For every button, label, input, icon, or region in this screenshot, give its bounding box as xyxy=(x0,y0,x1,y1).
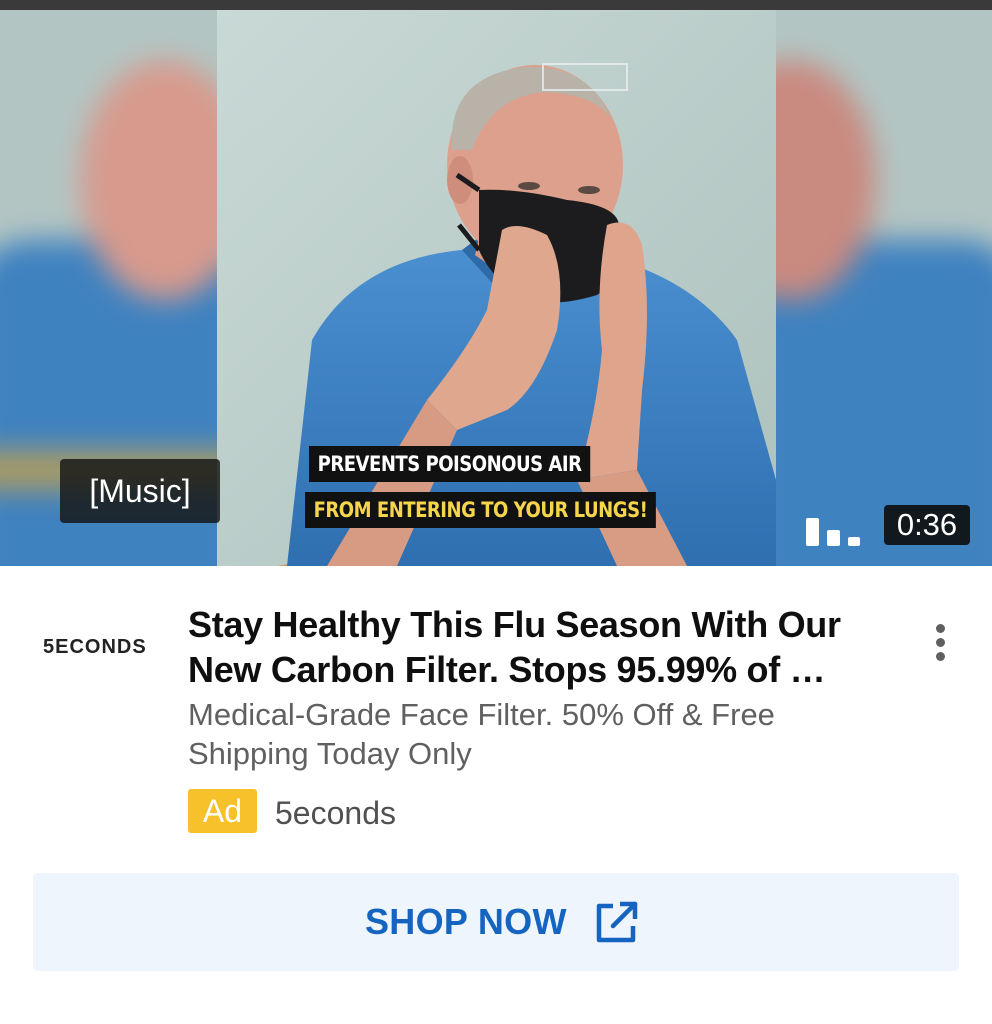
caption-line-1: PREVENTS POISONOUS AIR xyxy=(309,446,591,482)
video-frame xyxy=(217,10,776,566)
shop-now-label: SHOP NOW xyxy=(365,901,567,942)
caption-line-2: FROM ENTERING TO YOUR LUNGS! xyxy=(305,492,656,528)
open-in-new-icon xyxy=(596,901,638,943)
ad-badge: Ad xyxy=(188,789,257,833)
more-vert-icon[interactable] xyxy=(926,622,956,664)
advertiser-name[interactable]: 5econds xyxy=(275,793,396,833)
subtitle-overlay: [Music] xyxy=(60,459,220,523)
ad-description: Medical-Grade Face Filter. 50% Off & Fre… xyxy=(188,697,775,771)
ad-title[interactable]: Stay Healthy This Flu Season With Our Ne… xyxy=(188,602,878,692)
status-bar-strip xyxy=(0,0,992,10)
duration-badge: 0:36 xyxy=(884,505,970,545)
advertiser-logo[interactable]: 5ECONDS xyxy=(43,636,147,659)
audio-bars-icon xyxy=(806,514,866,546)
shop-now-button[interactable]: SHOP NOW xyxy=(33,873,959,971)
video-thumbnail-image xyxy=(217,10,776,566)
video-player[interactable]: PREVENTS POISONOUS AIR FROM ENTERING TO … xyxy=(0,10,992,566)
video-blur-right xyxy=(776,10,992,566)
